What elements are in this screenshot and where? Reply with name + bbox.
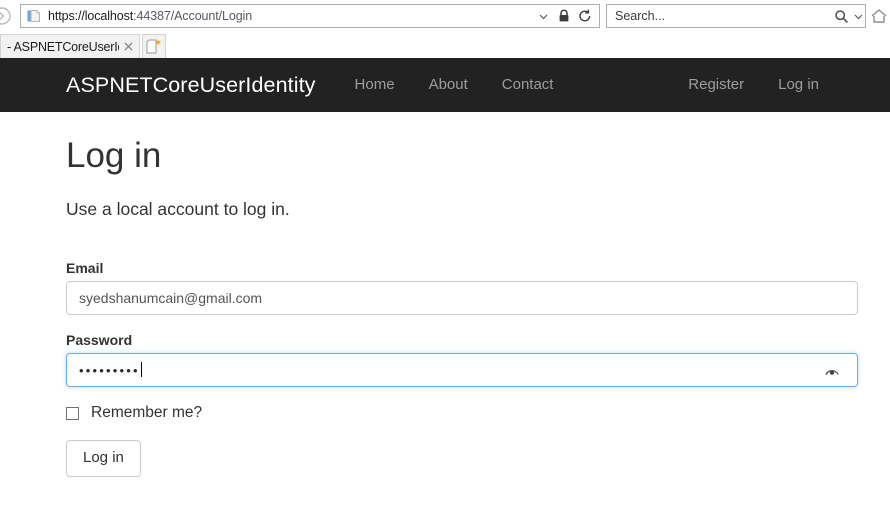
nav-link-home[interactable]: Home [338,58,412,112]
site-navbar: ASPNETCoreUserIdentity Home About Contac… [0,58,890,112]
home-icon[interactable] [870,4,890,28]
nav-link-about[interactable]: About [412,58,485,112]
address-bar-url: https://localhost:44387/Account/Login [43,9,252,23]
login-submit-button[interactable]: Log in [66,440,141,477]
password-masked-value: ••••••••• [79,362,140,378]
refresh-icon[interactable] [575,5,595,27]
password-input-wrapper: ••••••••• [66,353,858,388]
browser-tab-title: - ASPNETCoreUserId... [7,39,119,54]
remember-me-checkbox[interactable] [66,406,79,420]
address-bar-url-path: :44387/Account/Login [133,9,253,23]
address-bar-row: https://localhost:44387/Account/Login Se… [0,0,890,32]
eye-reveal-password-icon[interactable] [824,363,840,377]
nav-link-login[interactable]: Log in [761,58,836,112]
nav-link-contact[interactable]: Contact [485,58,571,112]
navbar-primary-nav: Home About Contact [338,58,571,112]
browser-search-input[interactable]: Search... [607,9,831,23]
search-dropdown-chevron-down-icon[interactable] [851,5,865,27]
page-subtitle: Use a local account to log in. [66,198,290,219]
forward-arrow-icon[interactable] [0,0,18,32]
navbar-brand[interactable]: ASPNETCoreUserIdentity [0,73,338,98]
address-bar-tools [533,5,599,27]
browser-tab[interactable]: - ASPNETCoreUserId... [0,34,140,58]
page-document-icon [23,5,43,27]
password-form-group: Password ••••••••• [66,332,858,388]
email-label: Email [66,260,104,277]
browser-chrome: https://localhost:44387/Account/Login Se… [0,0,890,58]
tab-strip: - ASPNETCoreUserId... [0,32,890,58]
web-page: ASPNETCoreUserIdentity Home About Contac… [0,58,890,511]
close-icon[interactable] [121,40,135,54]
browser-search-box[interactable]: Search... [606,4,866,28]
navbar-account-nav: Register Log in [671,58,858,112]
search-icon[interactable] [831,5,851,27]
remember-me-label: Remember me? [91,404,203,422]
nav-link-register[interactable]: Register [671,58,761,112]
email-form-group: Email syedshanumcain@gmail.com [66,260,858,316]
address-bar[interactable]: https://localhost:44387/Account/Login [20,4,600,28]
remember-me-row[interactable]: Remember me? [66,404,858,422]
login-form: Email syedshanumcain@gmail.com Password … [66,260,858,477]
page-title: Log in [66,136,162,175]
new-tab-button[interactable] [142,34,166,58]
email-input[interactable]: syedshanumcain@gmail.com [66,281,858,316]
text-caret [140,361,142,377]
chevron-down-icon[interactable] [533,5,553,27]
address-bar-url-host: https://localhost [48,9,134,23]
lock-icon[interactable] [554,5,574,27]
password-input[interactable]: ••••••••• [66,353,858,388]
password-label: Password [66,332,133,349]
page-container: Log in Use a local account to log in. Em… [0,136,890,477]
